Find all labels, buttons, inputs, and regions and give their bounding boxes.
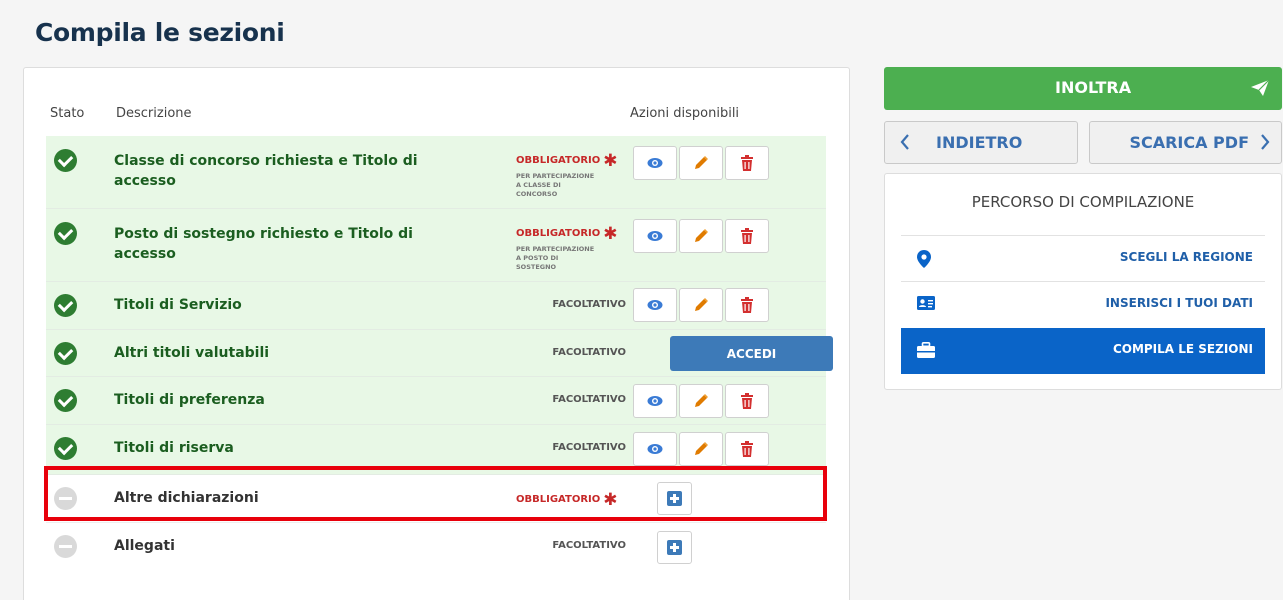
table-row: Posto di sostegno richiesto e Titolo di … xyxy=(46,209,826,282)
pencil-icon xyxy=(695,394,708,407)
delete-button[interactable] xyxy=(725,384,769,418)
section-label: Posto di sostegno richiesto e Titolo di … xyxy=(114,226,413,262)
id-card-icon xyxy=(917,296,935,310)
trash-icon xyxy=(741,228,753,244)
map-marker-icon xyxy=(917,250,931,268)
chevron-right-icon xyxy=(1261,134,1270,150)
asterisk-icon: ✱ xyxy=(603,490,618,510)
edit-button[interactable] xyxy=(679,384,723,418)
add-button[interactable] xyxy=(657,531,692,564)
header-descrizione: Descrizione xyxy=(116,106,192,121)
table-row: Allegati FACOLTATIVO xyxy=(46,523,826,571)
eye-icon xyxy=(647,300,663,310)
trash-icon xyxy=(741,297,753,313)
percorso-panel: PERCORSO DI COMPILAZIONE SCEGLI LA REGIO… xyxy=(884,173,1282,390)
header-azioni: Azioni disponibili xyxy=(630,106,740,121)
view-button[interactable] xyxy=(633,219,677,253)
section-label: Classe di concorso richiesta e Titolo di… xyxy=(114,153,418,189)
step-scegli-regione[interactable]: SCEGLI LA REGIONE xyxy=(901,235,1265,281)
minus-circle-icon xyxy=(54,535,77,558)
asterisk-icon: ✱ xyxy=(603,224,618,244)
check-circle-icon xyxy=(54,294,77,317)
table-row: Titoli di Servizio FACOLTATIVO xyxy=(46,282,826,330)
plus-square-icon xyxy=(667,540,682,555)
table-row: Titoli di preferenza FACOLTATIVO xyxy=(46,377,826,425)
plus-square-icon xyxy=(667,491,682,506)
pencil-icon xyxy=(695,229,708,242)
check-circle-icon xyxy=(54,342,77,365)
delete-button[interactable] xyxy=(725,288,769,322)
required-badge: OBBLIGATORIO ✱ xyxy=(516,490,618,510)
required-badge: OBBLIGATORIO ✱ PER PARTECIPAZIONE A CLASS… xyxy=(516,151,618,198)
section-label: Altre dichiarazioni xyxy=(114,490,259,506)
pencil-icon xyxy=(695,442,708,455)
page-title: Compila le sezioni xyxy=(35,18,285,47)
chevron-left-icon xyxy=(900,134,909,150)
view-button[interactable] xyxy=(633,288,677,322)
check-circle-icon xyxy=(54,437,77,460)
asterisk-icon: ✱ xyxy=(603,151,618,171)
minus-circle-icon xyxy=(54,487,77,510)
edit-button[interactable] xyxy=(679,432,723,466)
pencil-icon xyxy=(695,298,708,311)
add-button[interactable] xyxy=(657,482,692,515)
pencil-icon xyxy=(695,156,708,169)
eye-icon xyxy=(647,444,663,454)
required-badge: OBBLIGATORIO ✱ PER PARTECIPAZIONE A POSTO… xyxy=(516,224,618,271)
view-button[interactable] xyxy=(633,432,677,466)
section-label: Titoli di preferenza xyxy=(114,392,265,408)
check-circle-icon xyxy=(54,389,77,412)
table-header: Stato Descrizione Azioni disponibili xyxy=(24,100,849,136)
eye-icon xyxy=(647,231,663,241)
delete-button[interactable] xyxy=(725,219,769,253)
sections-table: Stato Descrizione Azioni disponibili Cla… xyxy=(23,67,850,600)
section-label: Altri titoli valutabili xyxy=(114,345,270,361)
paper-plane-icon xyxy=(1251,79,1270,96)
edit-button[interactable] xyxy=(679,219,723,253)
edit-button[interactable] xyxy=(679,146,723,180)
scarica-pdf-button[interactable]: SCARICA PDF xyxy=(1089,121,1282,164)
step-compila-sezioni[interactable]: COMPILA LE SEZIONI xyxy=(901,328,1265,374)
step-inserisci-dati[interactable]: INSERISCI I TUOI DATI xyxy=(901,281,1265,327)
check-circle-icon xyxy=(54,222,77,245)
view-button[interactable] xyxy=(633,384,677,418)
inoltra-button[interactable]: INOLTRA xyxy=(884,67,1282,110)
view-button[interactable] xyxy=(633,146,677,180)
eye-icon xyxy=(647,396,663,406)
table-row: Classe di concorso richiesta e Titolo di… xyxy=(46,136,826,209)
trash-icon xyxy=(741,155,753,171)
briefcase-icon xyxy=(917,342,935,358)
delete-button[interactable] xyxy=(725,146,769,180)
eye-icon xyxy=(647,158,663,168)
header-stato: Stato xyxy=(50,106,85,121)
table-row: Altre dichiarazioni OBBLIGATORIO ✱ xyxy=(46,475,826,523)
trash-icon xyxy=(741,441,753,457)
delete-button[interactable] xyxy=(725,432,769,466)
table-row: Altri titoli valutabili FACOLTATIVO ACCE… xyxy=(46,330,833,377)
section-label: Titoli di Servizio xyxy=(114,297,242,313)
section-label: Titoli di riserva xyxy=(114,440,234,456)
percorso-title: PERCORSO DI COMPILAZIONE xyxy=(971,193,1195,211)
accedi-button[interactable]: ACCEDI xyxy=(670,336,833,371)
check-circle-icon xyxy=(54,149,77,172)
trash-icon xyxy=(741,393,753,409)
table-row: Titoli di riserva FACOLTATIVO xyxy=(46,425,826,475)
section-label: Allegati xyxy=(114,538,175,554)
indietro-button[interactable]: INDIETRO xyxy=(884,121,1078,164)
edit-button[interactable] xyxy=(679,288,723,322)
